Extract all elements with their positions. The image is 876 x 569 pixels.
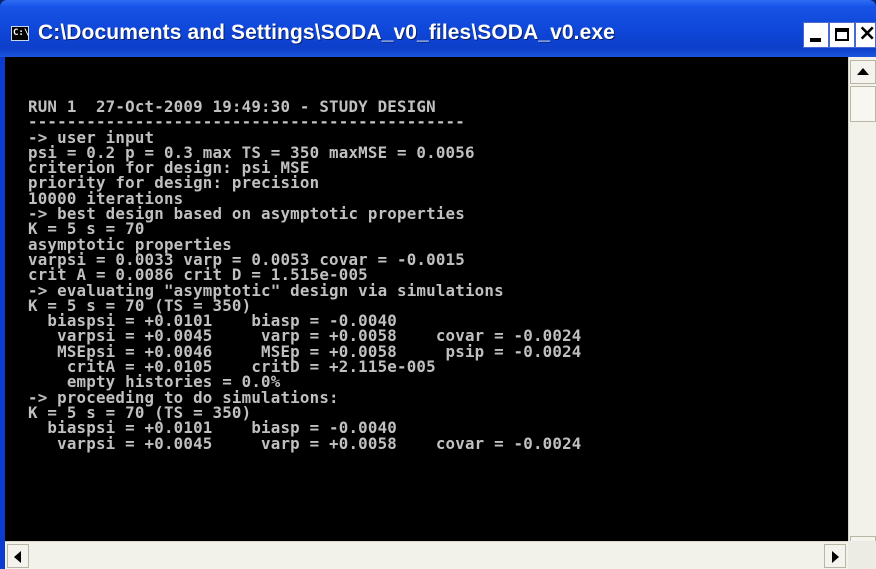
arrow-right-icon [832, 551, 839, 563]
console-output-area[interactable]: RUN 1 27-Oct-2009 19:49:30 - STUDY DESIG… [5, 57, 848, 541]
title-bar[interactable]: C:\ C:\Documents and Settings\SODA_v0_fi… [0, 0, 876, 57]
scroll-right-button[interactable] [824, 544, 846, 568]
console-line: varpsi = +0.0045 varp = +0.0058 covar = … [28, 433, 582, 453]
scrollbar-corner [848, 541, 876, 569]
maximize-icon [835, 28, 849, 41]
cmd-icon-text: C:\ [13, 28, 30, 38]
maximize-button[interactable] [829, 22, 855, 48]
close-icon: × [858, 21, 876, 46]
console-text: RUN 1 27-Oct-2009 19:49:30 - STUDY DESIG… [28, 99, 582, 451]
window-title: C:\Documents and Settings\SODA_v0_files\… [38, 21, 615, 44]
horizontal-scrollbar[interactable] [5, 541, 848, 569]
minimize-icon [810, 38, 821, 42]
arrow-left-icon [14, 551, 21, 563]
scroll-left-button[interactable] [7, 544, 29, 568]
vertical-scrollbar[interactable] [848, 57, 876, 560]
close-button[interactable]: × [855, 21, 876, 48]
scroll-up-button[interactable] [850, 60, 876, 84]
vertical-scroll-thumb[interactable] [850, 86, 876, 122]
arrow-up-icon [857, 68, 869, 75]
console-window: C:\ C:\Documents and Settings\SODA_v0_fi… [0, 0, 876, 569]
cmd-icon[interactable]: C:\ [11, 26, 29, 41]
minimize-button[interactable] [803, 22, 829, 48]
